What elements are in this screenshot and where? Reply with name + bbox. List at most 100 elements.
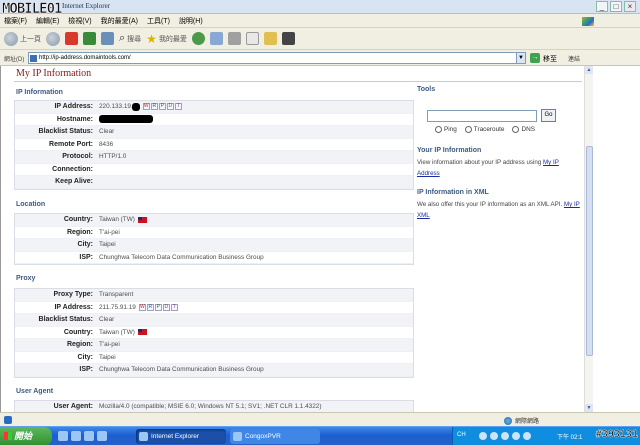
whois-badge[interactable]: W xyxy=(142,103,150,111)
quicklaunch-media-icon[interactable] xyxy=(97,431,107,441)
back-button[interactable]: 上一頁 xyxy=(4,31,41,46)
row-label: ISP: xyxy=(79,366,93,374)
trace-badge[interactable]: T xyxy=(170,303,178,311)
dns-badge[interactable]: D xyxy=(162,303,170,311)
tray-antivirus-icon[interactable] xyxy=(512,432,520,440)
quicklaunch-app-icon[interactable] xyxy=(58,431,68,441)
row-value: HTTP/1.0 xyxy=(99,153,127,161)
menu-help[interactable]: 說明(H) xyxy=(179,16,203,26)
close-button[interactable]: × xyxy=(624,1,636,12)
menu-view[interactable]: 檢視(V) xyxy=(68,16,91,26)
dns-badge[interactable]: D xyxy=(166,103,174,111)
row-value: T'ai-pei xyxy=(99,341,120,349)
tray-icons xyxy=(479,432,531,440)
go-button[interactable]: 移至 xyxy=(543,54,557,64)
table-row: Blacklist Status: Clear xyxy=(15,314,413,327)
tray-update-icon[interactable] xyxy=(523,432,531,440)
scroll-up-icon[interactable]: ▲ xyxy=(585,66,593,74)
refresh-icon[interactable] xyxy=(83,32,96,45)
row-label: Blacklist Status: xyxy=(38,316,93,324)
row-value: 220.133.19. W R P D T xyxy=(97,102,182,111)
messenger-icon[interactable] xyxy=(281,32,295,45)
radio-ping[interactable]: Ping xyxy=(435,126,457,133)
radio-circle-icon xyxy=(435,126,442,133)
whois-badge[interactable]: W xyxy=(138,303,146,311)
taiwan-flag-icon xyxy=(137,216,147,223)
clock[interactable]: 下午 02:1 xyxy=(557,432,582,441)
address-bar: 網址(D) http://ip-address.domaintools.com/… xyxy=(0,50,640,66)
maximize-button[interactable]: □ xyxy=(610,1,622,12)
reverse-badge[interactable]: R xyxy=(146,303,154,311)
task-congoxpvr[interactable]: CongoxPVR xyxy=(230,429,320,444)
address-url: http://ip-address.domaintools.com/ xyxy=(39,55,131,61)
ip-section-heading: IP Information xyxy=(16,89,63,96)
reverse-badge[interactable]: R xyxy=(150,103,158,111)
radio-dns[interactable]: DNS xyxy=(512,126,535,133)
tray-app-icon[interactable] xyxy=(479,432,487,440)
zone-label: 網際網路 xyxy=(515,419,540,425)
favorites-button[interactable]: ★ 我的最愛 xyxy=(146,32,187,46)
location-section-heading: Location xyxy=(16,201,46,208)
radio-circle-icon xyxy=(464,126,472,133)
row-value: Mozilla/4.0 (compatible; MSIE 6.0; Windo… xyxy=(99,403,322,411)
print-icon[interactable] xyxy=(227,32,241,45)
address-input[interactable]: http://ip-address.domaintools.com/ xyxy=(28,52,526,64)
go-arrow-icon[interactable]: → xyxy=(530,53,540,63)
row-value: Chunghwa Telecom Data Communication Busi… xyxy=(99,366,264,374)
language-indicator[interactable]: CH xyxy=(457,432,466,438)
forward-button[interactable] xyxy=(46,31,60,46)
start-button[interactable]: 開始 xyxy=(0,427,52,445)
minimize-button[interactable]: _ xyxy=(596,1,608,12)
edit-icon[interactable] xyxy=(245,32,259,45)
mail-icon[interactable] xyxy=(209,32,223,45)
row-value: Taiwan (TW) xyxy=(97,216,147,223)
row-label: IP Address: xyxy=(54,303,93,311)
table-row: IP Address: 220.133.19. W R P D T xyxy=(15,101,413,114)
table-row: Connection: xyxy=(15,164,413,176)
address-dropdown-button[interactable]: ▼ xyxy=(516,52,526,64)
quicklaunch-desktop-icon[interactable] xyxy=(84,431,94,441)
menu-tools[interactable]: 工具(T) xyxy=(147,16,170,26)
menu-file[interactable]: 檔案(F) xyxy=(4,16,27,26)
your-ip-heading: Your IP Information xyxy=(417,147,482,154)
back-arrow-icon xyxy=(4,31,18,46)
status-bar: 網際網路 xyxy=(0,412,640,426)
stop-icon[interactable] xyxy=(65,32,78,45)
row-value: Taiwan (TW) xyxy=(97,329,147,336)
search-button[interactable]: ⌕ 搜尋 xyxy=(119,32,141,45)
scrollbar-thumb[interactable] xyxy=(586,146,593,356)
tools-input[interactable] xyxy=(427,110,537,122)
menu-favorites[interactable]: 我的最愛(A) xyxy=(101,16,138,26)
radio-traceroute[interactable]: Traceroute xyxy=(464,126,504,133)
task-internet-explorer[interactable]: Internet Explorer xyxy=(136,429,226,444)
tray-network-icon[interactable] xyxy=(490,432,498,440)
history-icon[interactable] xyxy=(191,32,205,45)
trace-badge[interactable]: T xyxy=(174,103,182,111)
ping-badge[interactable]: P xyxy=(158,103,166,111)
ping-badge[interactable]: P xyxy=(154,303,162,311)
scroll-down-icon[interactable]: ▼ xyxy=(585,404,593,412)
quicklaunch-ie-icon[interactable] xyxy=(71,431,81,441)
ip-xml-text: We also offer this your IP information a… xyxy=(417,201,563,208)
search-label: 搜尋 xyxy=(127,35,142,43)
row-value: 8436 xyxy=(99,140,114,148)
table-row: Keep Alive: xyxy=(15,176,413,189)
table-row: Region: T'ai-pei xyxy=(15,227,413,239)
links-label[interactable]: 連結 xyxy=(568,54,580,63)
proxy-table: Proxy Type: Transparent IP Address: 211.… xyxy=(14,288,414,378)
page-title: My IP Information xyxy=(16,68,92,79)
tray-volume-icon[interactable] xyxy=(501,432,509,440)
row-label: Country: xyxy=(63,328,93,336)
row-value: Chunghwa Telecom Data Communication Busi… xyxy=(99,253,264,261)
home-icon[interactable] xyxy=(101,32,114,45)
hostname-redaction xyxy=(99,115,153,124)
table-row: IP Address: 211.75.91.19 W R P D T xyxy=(15,302,413,314)
vertical-scrollbar[interactable]: ▲ ▼ xyxy=(584,66,593,412)
ip-xml-text-wrap: We also offer this your IP information a… xyxy=(417,199,582,221)
address-label: 網址(D) xyxy=(4,57,25,63)
tools-go-button[interactable]: Go xyxy=(541,109,556,122)
row-value: Transparent xyxy=(99,291,134,299)
menu-edit[interactable]: 編輯(E) xyxy=(36,16,59,26)
title-bar: Internet Explorer _ □ × xyxy=(0,0,640,14)
discuss-icon[interactable] xyxy=(263,32,277,45)
